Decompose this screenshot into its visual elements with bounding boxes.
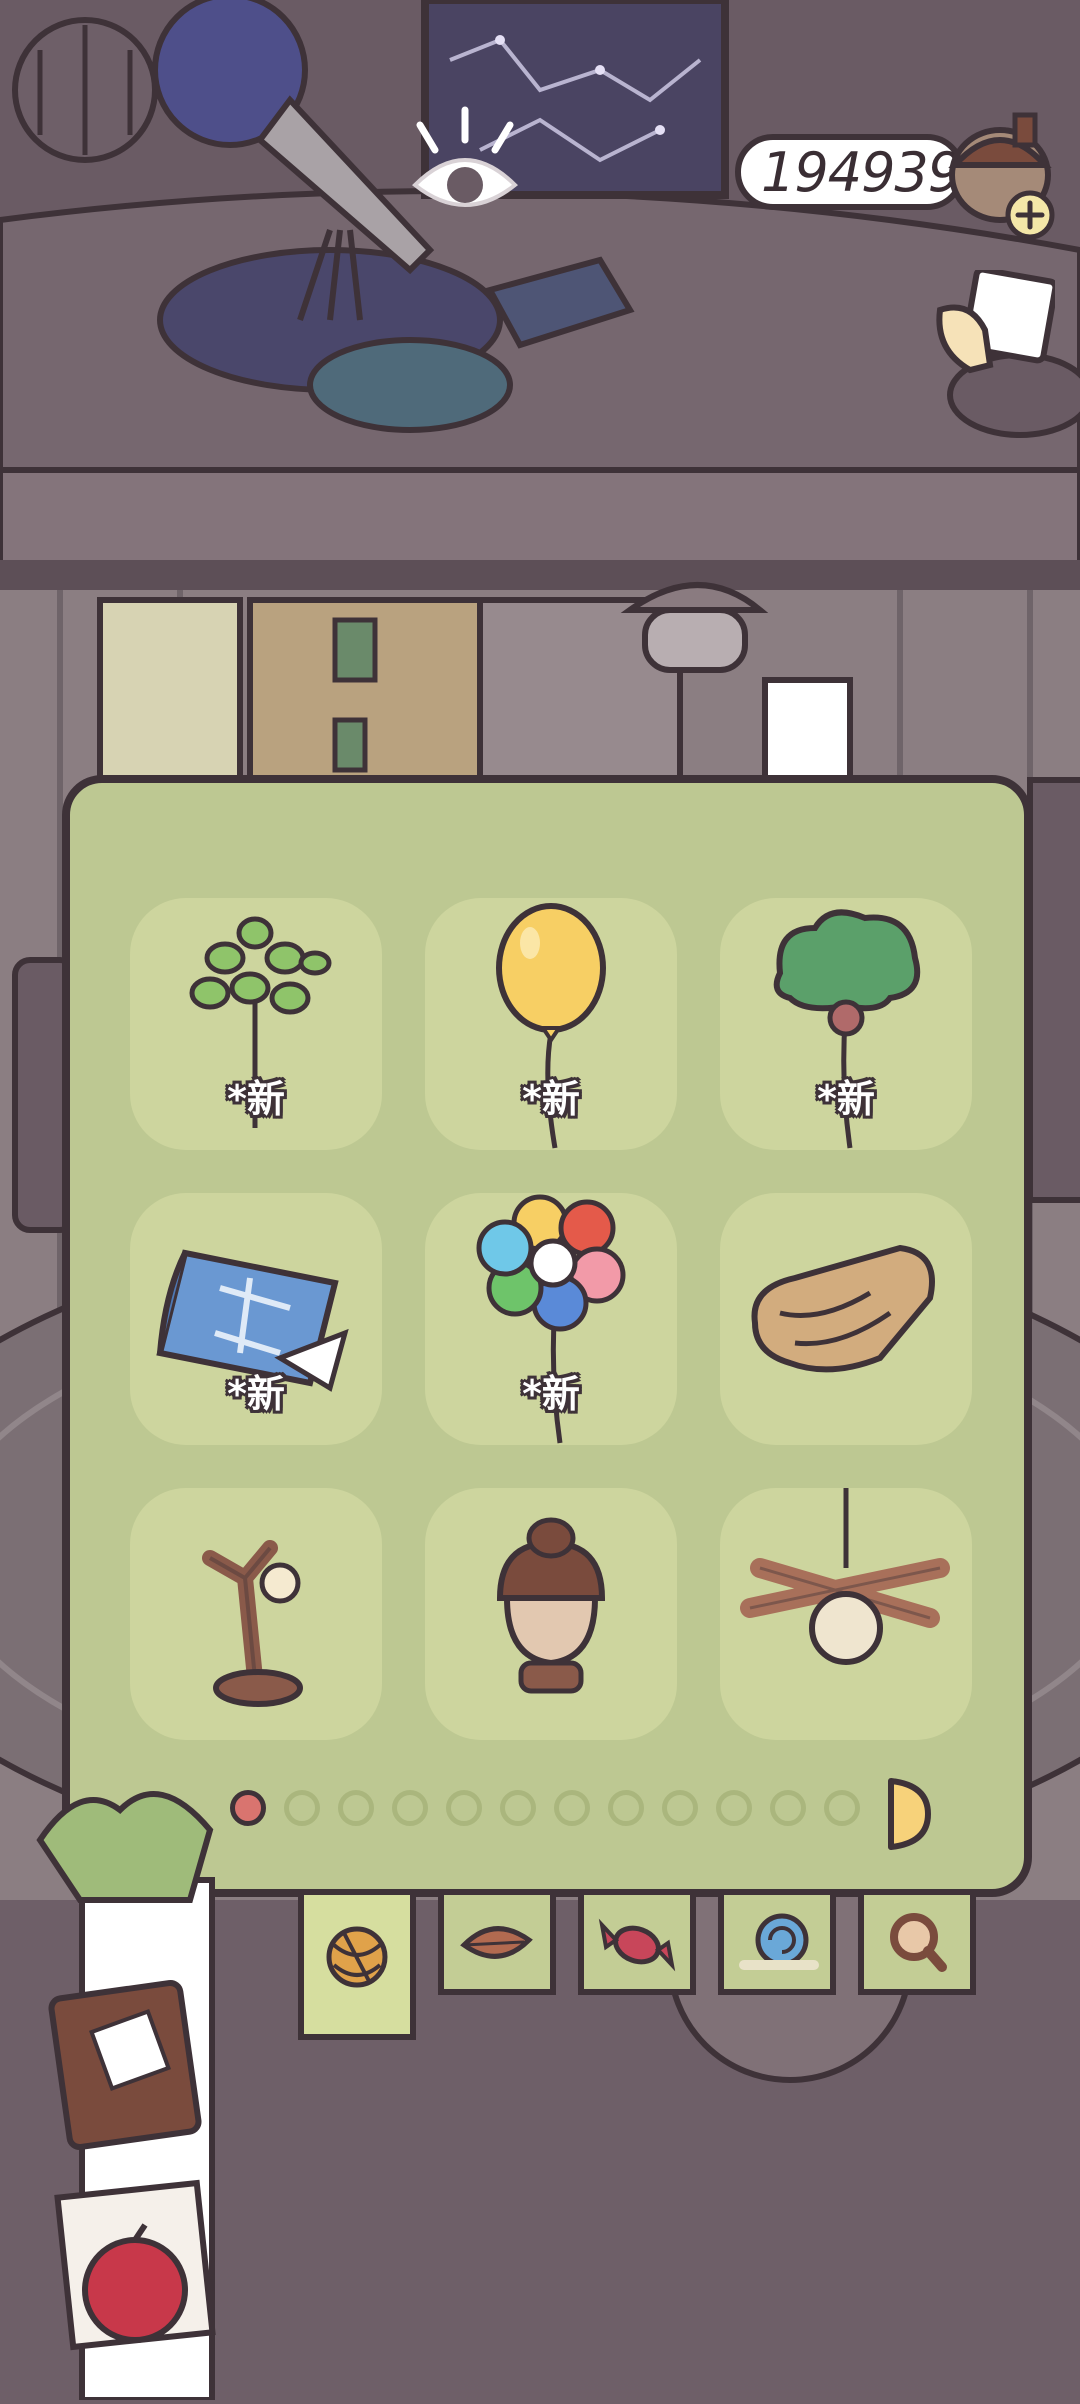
- item-slot-acorn-lamp[interactable]: [425, 1488, 677, 1740]
- page-dot-2[interactable]: [284, 1790, 320, 1826]
- branch-lamp-icon: [202, 1540, 303, 1707]
- tab-snail[interactable]: [718, 1895, 836, 1995]
- item-slot-brown-blanket[interactable]: [720, 1193, 972, 1445]
- page-dot-8[interactable]: [608, 1790, 644, 1826]
- tab-candy[interactable]: [578, 1895, 696, 1995]
- magnifier-icon: [890, 1913, 947, 1972]
- tab-search[interactable]: [858, 1895, 976, 1995]
- currency-display: 194939: [735, 130, 975, 216]
- item-slot-leaf-branch-balloon[interactable]: *新: [130, 898, 382, 1150]
- item-slot-rainbow-balloon[interactable]: *新: [425, 1193, 677, 1445]
- stick-pendant-lamp-icon: [740, 1488, 950, 1665]
- page-dot-6[interactable]: [500, 1790, 536, 1826]
- currency-value: 194939: [761, 140, 962, 204]
- page-dot-3[interactable]: [338, 1790, 374, 1826]
- tab-leaf[interactable]: [438, 1895, 556, 1995]
- next-page-arrow-icon[interactable]: [883, 1775, 933, 1853]
- page-dot-7[interactable]: [554, 1790, 590, 1826]
- new-badge: *新: [522, 1077, 580, 1121]
- item-slot-tree-balloon[interactable]: *新: [720, 898, 972, 1150]
- candy-icon: [598, 1918, 676, 1972]
- item-slot-branch-lamp[interactable]: [130, 1488, 382, 1740]
- brown-blanket-icon: [751, 1244, 935, 1373]
- page-dot-9[interactable]: [662, 1790, 698, 1826]
- acorn-lamp-icon: [496, 1517, 606, 1694]
- page-dot-12[interactable]: [824, 1790, 860, 1826]
- side-decor-stack: [20, 1770, 230, 2403]
- page-dot-5[interactable]: [446, 1790, 482, 1826]
- eye-icon[interactable]: [400, 105, 530, 225]
- page-dot-11[interactable]: [770, 1790, 806, 1826]
- page-dot-1[interactable]: [230, 1790, 266, 1826]
- hand-card-icon[interactable]: [930, 266, 1059, 380]
- item-slot-stick-pendant-lamp[interactable]: [720, 1488, 972, 1740]
- new-badge: *新: [227, 1077, 285, 1121]
- tab-yarn[interactable]: [298, 1895, 416, 2040]
- item-panel: *新 *新 *新 *新 *新: [62, 775, 1032, 1897]
- new-badge: *新: [522, 1372, 580, 1416]
- page-dot-4[interactable]: [392, 1790, 428, 1826]
- item-slot-yellow-balloon[interactable]: *新: [425, 898, 677, 1150]
- snail-shell-icon: [739, 1913, 819, 1970]
- currency-pill: 194939: [735, 134, 965, 210]
- page-indicator: [230, 1783, 860, 1833]
- acorn-plus-icon[interactable]: [945, 110, 1065, 240]
- new-badge: *新: [817, 1077, 875, 1121]
- item-slot-blue-scroll[interactable]: *新: [130, 1193, 382, 1445]
- new-badge: *新: [227, 1372, 285, 1416]
- page-dot-10[interactable]: [716, 1790, 752, 1826]
